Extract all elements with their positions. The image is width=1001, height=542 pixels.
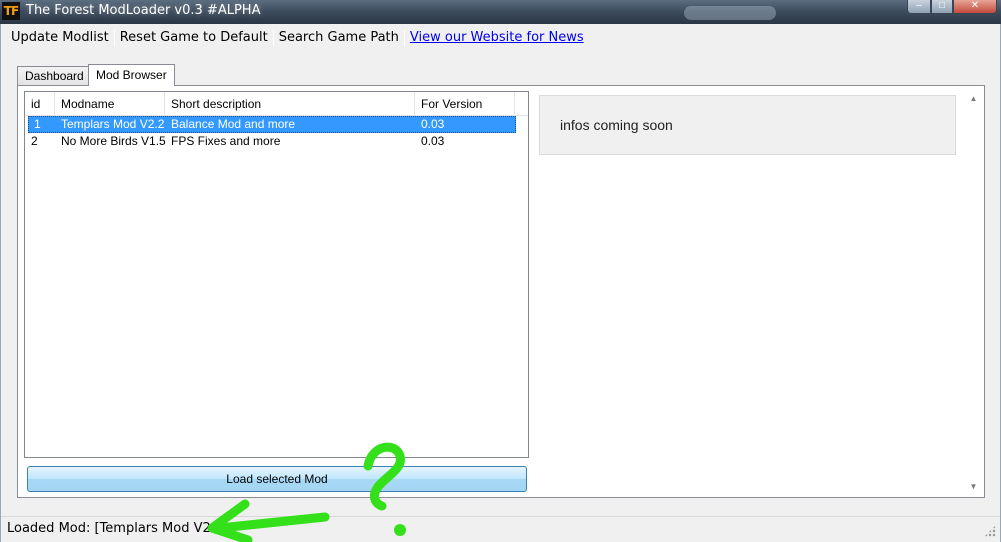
- table-row[interactable]: 2 No More Birds V1.5 FPS Fixes and more …: [25, 133, 528, 150]
- window-title: The Forest ModLoader v0.3 #ALPHA: [26, 3, 261, 18]
- update-modlist-button[interactable]: Update Modlist: [7, 28, 113, 48]
- menu-bar: Update Modlist Reset Game to Default Sea…: [7, 28, 588, 48]
- row-modname: No More Birds V1.5: [61, 134, 166, 148]
- row-id: 2: [31, 134, 38, 148]
- app-icon: TF: [2, 2, 20, 20]
- row-description: FPS Fixes and more: [171, 134, 281, 148]
- row-modname: Templars Mod V2.2: [61, 117, 165, 131]
- title-bar[interactable]: TF The Forest ModLoader v0.3 #ALPHA – □ …: [0, 0, 1001, 24]
- tab-dashboard[interactable]: Dashboard: [17, 66, 92, 85]
- row-version: 0.03: [421, 117, 445, 131]
- menu-separator: [272, 30, 274, 46]
- info-scrollbar[interactable]: ▲ ▼: [965, 90, 982, 495]
- maximize-button[interactable]: □: [931, 0, 953, 14]
- tab-mod-browser[interactable]: Mod Browser: [88, 64, 175, 86]
- row-version: 0.03: [421, 134, 445, 148]
- mod-list[interactable]: id Modname Short description For Version…: [24, 91, 529, 458]
- row-description: Balance Mod and more: [171, 117, 296, 131]
- minimize-button[interactable]: –: [907, 0, 931, 14]
- table-row[interactable]: 1 Templars Mod V2.2 Balance Mod and more…: [28, 116, 516, 133]
- close-button[interactable]: ✕: [953, 0, 997, 14]
- load-selected-mod-button[interactable]: Load selected Mod: [27, 466, 527, 492]
- column-header-modname[interactable]: Modname: [55, 92, 165, 116]
- scroll-down-icon[interactable]: ▼: [965, 478, 982, 495]
- row-id: 1: [34, 117, 41, 131]
- mod-list-header: id Modname Short description For Version: [25, 92, 528, 116]
- search-game-path-button[interactable]: Search Game Path: [275, 28, 403, 48]
- column-header-id[interactable]: id: [25, 92, 55, 116]
- menu-separator: [113, 30, 115, 46]
- status-bar: Loaded Mod: [Templars Mod V2.2]: [1, 516, 1000, 540]
- column-header-version[interactable]: For Version: [415, 92, 515, 116]
- menu-separator: [403, 30, 405, 46]
- scroll-up-icon[interactable]: ▲: [965, 90, 982, 107]
- website-link[interactable]: View our Website for News: [406, 28, 588, 48]
- loaded-mod-status: Loaded Mod: [Templars Mod V2.2]: [7, 521, 229, 536]
- mod-info-box: infos coming soon: [539, 95, 956, 155]
- reset-game-button[interactable]: Reset Game to Default: [116, 28, 272, 48]
- column-header-description[interactable]: Short description: [165, 92, 415, 116]
- background-blur: [684, 6, 776, 20]
- window-controls: – □ ✕: [907, 0, 997, 14]
- window-client: Update Modlist Reset Game to Default Sea…: [0, 24, 1001, 542]
- resize-grip-icon[interactable]: [984, 525, 996, 537]
- mod-browser-panel: id Modname Short description For Version…: [17, 85, 985, 498]
